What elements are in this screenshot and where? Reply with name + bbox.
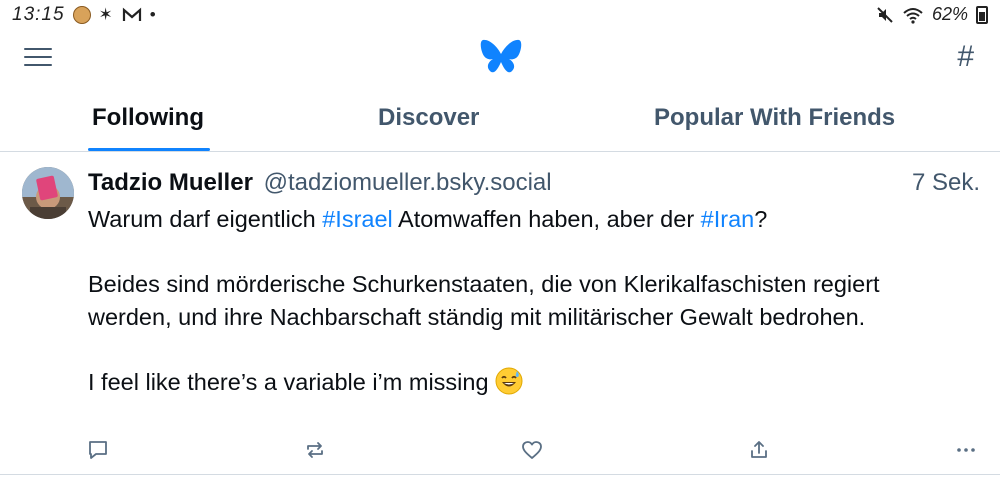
grinning-sweat-emoji: [495, 367, 523, 394]
like-icon[interactable]: [521, 439, 543, 461]
hashtag-iran[interactable]: #Iran: [701, 206, 755, 232]
reply-icon[interactable]: [87, 439, 109, 461]
battery-percentage: 62%: [931, 4, 968, 24]
hashtag-feeds-icon[interactable]: #: [957, 40, 974, 74]
repost-icon[interactable]: [304, 439, 326, 461]
active-tab-indicator: [88, 148, 210, 151]
dot-icon: •: [149, 5, 157, 24]
bluetooth-icon: ✶: [98, 5, 114, 24]
wifi-icon: [903, 7, 923, 24]
avatar[interactable]: [22, 167, 74, 219]
tab-popular-with-friends[interactable]: Popular With Friends: [654, 104, 895, 132]
tab-discover[interactable]: Discover: [378, 104, 479, 132]
post-actions: [0, 439, 1000, 463]
app-header: #: [0, 32, 1000, 88]
status-time: 13:15: [12, 4, 65, 25]
feed-post[interactable]: Tadzio Mueller @tadziomueller.bsky.socia…: [0, 153, 1000, 475]
butterfly-logo[interactable]: [480, 38, 522, 76]
post-paragraph-2: Beides sind mörderische Schurkenstaaten,…: [88, 271, 880, 330]
battery-icon: [976, 5, 988, 24]
feed-tabs: Following Discover Popular With Friends: [0, 88, 1000, 152]
status-bar: 13:15 ✶ • 62%: [0, 0, 1000, 32]
share-icon[interactable]: [748, 439, 770, 461]
status-bar-left: 13:15 ✶ •: [12, 4, 157, 26]
more-icon[interactable]: [955, 439, 977, 461]
mute-icon: [877, 6, 893, 23]
post-header: Tadzio Mueller @tadziomueller.bsky.socia…: [88, 169, 552, 197]
author-name[interactable]: Tadzio Mueller: [88, 169, 253, 196]
hamburger-menu-icon[interactable]: [24, 48, 52, 70]
tab-following[interactable]: Following: [92, 104, 204, 132]
post-timestamp: 7 Sek.: [911, 169, 980, 196]
post-text: Warum darf eigentlich #Israel Atomwaffen…: [88, 203, 988, 398]
post-line-1: Warum darf eigentlich #Israel Atomwaffen…: [88, 206, 768, 232]
mail-icon: [122, 7, 141, 21]
post-paragraph-3: I feel like there’s a variable i’m missi…: [88, 366, 988, 399]
author-handle[interactable]: @tadziomueller.bsky.social: [264, 169, 552, 196]
status-bar-right: 62%: [876, 4, 988, 25]
hashtag-israel[interactable]: #Israel: [322, 206, 393, 232]
app-avatar-icon: [72, 6, 91, 24]
